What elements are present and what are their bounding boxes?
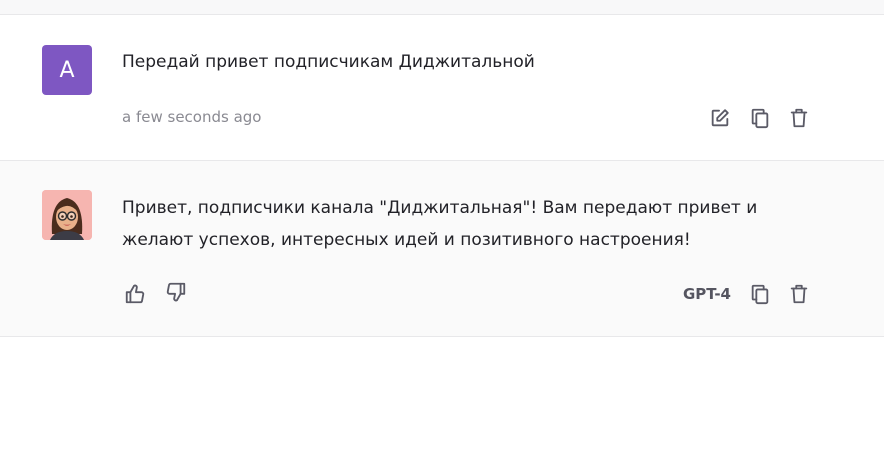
- thumbs-down-icon: [166, 282, 186, 302]
- memoji-avatar: [42, 190, 92, 240]
- assistant-message-text: Привет, подписчики канала "Диджитальная"…: [122, 198, 758, 250]
- like-button[interactable]: [122, 281, 148, 307]
- copy-button[interactable]: [747, 281, 773, 307]
- edit-icon: [711, 109, 729, 127]
- top-divider-strip: [0, 0, 884, 15]
- copy-icon: [751, 284, 769, 305]
- dislike-button[interactable]: [163, 279, 189, 305]
- delete-button[interactable]: [786, 105, 812, 131]
- thumbs-up-icon: [125, 284, 145, 304]
- user-message: A Передай привет подписчикам Диджитально…: [0, 15, 884, 161]
- copy-icon: [751, 108, 769, 129]
- message-timestamp: a few seconds ago: [122, 108, 262, 126]
- model-label: GPT-4: [683, 285, 731, 303]
- edit-button[interactable]: [707, 105, 733, 131]
- copy-button[interactable]: [747, 105, 773, 131]
- user-avatar-letter: A: [59, 57, 75, 83]
- user-message-text: Передай привет подписчикам Диджитальной: [122, 52, 535, 72]
- trash-icon: [790, 108, 808, 128]
- memoji-icon: [42, 190, 92, 240]
- delete-button[interactable]: [786, 281, 812, 307]
- trash-icon: [790, 284, 808, 304]
- user-avatar: A: [42, 45, 92, 95]
- assistant-message: Привет, подписчики канала "Диджитальная"…: [0, 161, 884, 337]
